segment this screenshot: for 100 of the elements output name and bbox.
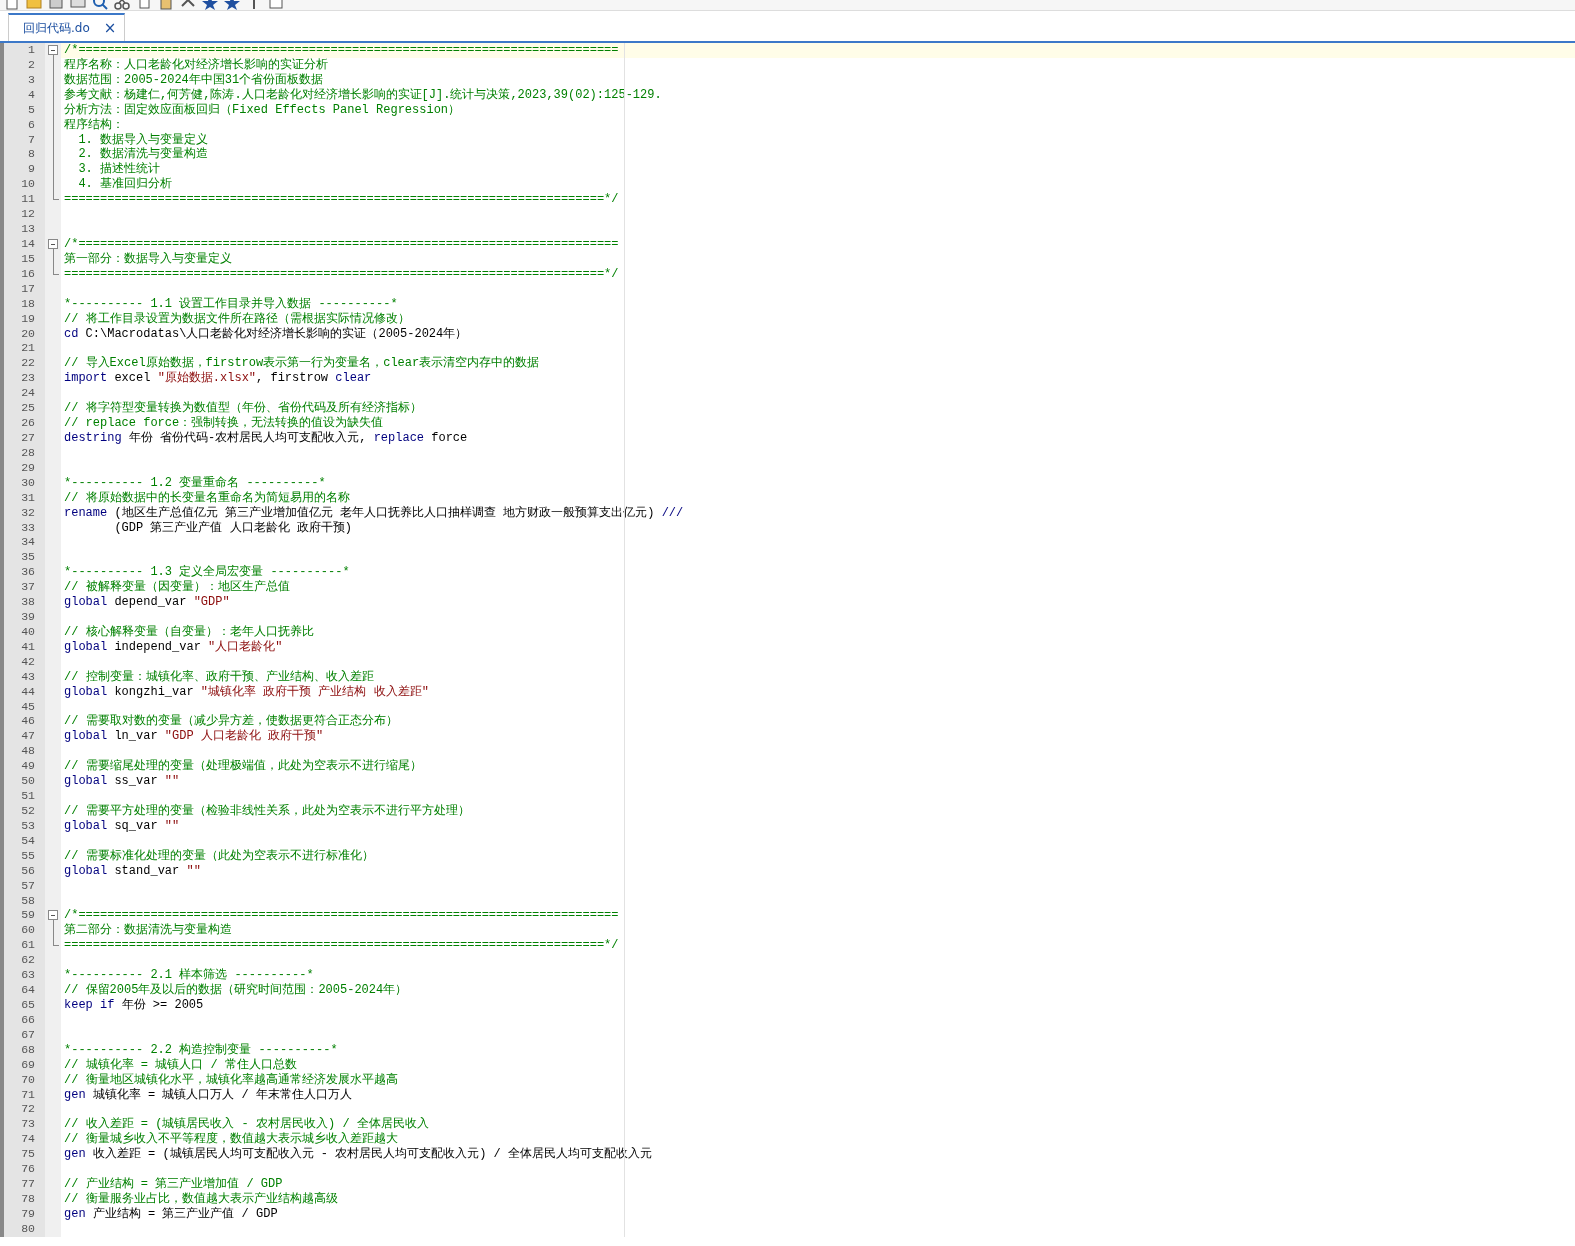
- line-number: 51: [20, 789, 36, 804]
- line-number: 2: [27, 57, 36, 73]
- line-number: 56: [20, 863, 36, 879]
- line-number: 66: [20, 1012, 36, 1028]
- code-line: (GDP 第三产业产值 人口老龄化 政府干预): [113, 520, 354, 536]
- code-line: cd C:\Macrodatas\人口老龄化对经济增长影响的实证（2005-2024年）: [63, 326, 469, 342]
- file-tab[interactable]: 回归代码.do ×: [8, 13, 126, 41]
- line-number: 17: [20, 281, 36, 297]
- code-line: global kongzhi_var "城镇化率 政府干预 产业结构 收入差距": [63, 684, 430, 700]
- line-number: 19: [20, 311, 36, 327]
- line-number: 26: [20, 416, 36, 431]
- code-line: *---------- 1.3 定义全局宏变量 ----------*: [63, 565, 351, 580]
- code-line: gen 产业结构 = 第三产业产值 / GDP: [63, 1206, 279, 1222]
- line-number: 46: [20, 714, 36, 730]
- code-line: global stand_var "": [63, 863, 202, 879]
- line-number: 49: [20, 759, 36, 775]
- line-number: 21: [20, 341, 36, 357]
- line-number: 14: [20, 237, 36, 252]
- line-number: 30: [20, 475, 36, 491]
- line-number: 65: [20, 998, 36, 1013]
- line-number: 18: [20, 296, 36, 312]
- line-number: 36: [20, 565, 36, 581]
- code-line: // 需要取对数的变量（减少异方差，使数据更符合正态分布）: [63, 714, 399, 729]
- line-number: 79: [20, 1206, 36, 1222]
- code-line: // 被解释变量（因变量）：地区生产总值: [63, 580, 291, 596]
- line-number: 11: [20, 192, 36, 208]
- line-number: 16: [20, 266, 36, 282]
- line-number: 6: [27, 117, 36, 133]
- line-number: 33: [20, 520, 36, 536]
- code-line: destring 年份 省份代码-农村居民人均可支配收入元, replace force: [63, 430, 469, 446]
- line-number: 48: [20, 744, 36, 760]
- code-line: // 需要平方处理的变量（检验非线性关系，此处为空表示不进行平方处理）: [63, 804, 471, 819]
- code-line: 第一部分：数据导入与变量定义: [63, 251, 233, 267]
- code-line: // 产业结构 = 第三产业增加值 / GDP: [63, 1177, 284, 1192]
- line-number: 42: [20, 654, 36, 670]
- code-line: global depend_var "GDP": [63, 595, 231, 611]
- line-number: 43: [20, 669, 36, 685]
- code-line: 程序名称：人口老龄化对经济增长影响的实证分析: [63, 57, 329, 73]
- code-line: global ln_var "GDP 人口老龄化 政府干预": [63, 729, 325, 745]
- line-number: 41: [20, 639, 36, 655]
- line-number: 47: [20, 729, 36, 745]
- code-line: *---------- 1.2 变量重命名 ----------*: [63, 475, 327, 491]
- line-number: 12: [20, 207, 36, 223]
- line-number: 38: [20, 595, 36, 611]
- fold-toggle[interactable]: [48, 239, 58, 249]
- line-number: 29: [20, 460, 36, 476]
- line-number: 59: [20, 908, 36, 924]
- line-number: 5: [27, 102, 36, 118]
- line-number: 78: [20, 1192, 36, 1207]
- line-number: 72: [20, 1102, 36, 1118]
- line-number: 34: [20, 535, 36, 551]
- close-button[interactable]: ×: [103, 20, 117, 36]
- code-line: ===========================================================================*/: [63, 938, 620, 954]
- fold-toggle[interactable]: [48, 910, 58, 921]
- code-line: 程序结构：: [63, 117, 125, 133]
- line-number: 54: [20, 833, 36, 849]
- line-number: 76: [20, 1162, 36, 1178]
- line-number: 8: [27, 147, 36, 163]
- line-number: 28: [20, 445, 36, 461]
- line-number: 20: [20, 326, 36, 342]
- code-line: 2. 数据清洗与变量构造: [77, 147, 209, 162]
- code-line: // 城镇化率 = 城镇人口 / 常住人口总数: [63, 1057, 298, 1073]
- code-line: global ss_var "": [63, 774, 181, 790]
- line-number: 31: [20, 490, 36, 506]
- line-number: 63: [20, 968, 36, 984]
- line-number: 10: [20, 177, 36, 193]
- line-number: 60: [20, 923, 36, 939]
- code-line: import excel "原始数据.xlsx", firstrow clear: [63, 371, 373, 387]
- line-number: 53: [20, 818, 36, 834]
- line-number: 44: [20, 684, 36, 700]
- line-number: 57: [20, 878, 36, 894]
- code-line: gen 城镇化率 = 城镇人口万人 / 年末常住人口万人: [63, 1087, 354, 1103]
- line-number: 74: [20, 1132, 36, 1148]
- code-line: *---------- 1.1 设置工作目录并导入数据 ----------*: [63, 296, 399, 312]
- line-number: 13: [20, 222, 36, 237]
- line-number: 3: [27, 72, 36, 88]
- line-number: 39: [20, 610, 36, 625]
- code-line: 4. 基准回归分析: [77, 177, 173, 193]
- code-line: 1. 数据导入与变量定义: [77, 132, 209, 147]
- code-line: // 将原始数据中的长变量名重命名为简短易用的名称: [63, 490, 351, 506]
- line-number: 7: [27, 132, 36, 148]
- line-number: 62: [20, 953, 36, 969]
- line-number: 75: [20, 1147, 36, 1163]
- code-line: global sq_var "": [63, 818, 181, 834]
- line-number: 52: [20, 804, 36, 819]
- line-number: 77: [20, 1177, 36, 1192]
- code-line: // 收入差距 = (城镇居民收入 - 农村居民收入) / 全体居民收入: [63, 1117, 430, 1132]
- line-number: 70: [20, 1072, 36, 1088]
- line-number: 23: [20, 371, 36, 387]
- line-number: 61: [20, 938, 36, 954]
- fold-toggle[interactable]: [48, 45, 58, 55]
- code-line: // 衡量服务业占比，数值越大表示产业结构越高级: [63, 1192, 339, 1207]
- code-line: // replace force：强制转换，无法转换的值设为缺失值: [63, 416, 385, 431]
- code-line: 数据范围：2005-2024年中国31个省份面板数据: [63, 72, 325, 88]
- line-number: 37: [20, 580, 36, 596]
- code-line: // 控制变量：城镇化率、政府干预、产业结构、收入差距: [63, 669, 375, 685]
- line-number: 71: [20, 1087, 36, 1103]
- code-line: 分析方法：固定效应面板回归（Fixed Effects Panel Regression）: [63, 102, 462, 118]
- line-number: 64: [20, 983, 36, 998]
- line-number: 27: [20, 430, 36, 446]
